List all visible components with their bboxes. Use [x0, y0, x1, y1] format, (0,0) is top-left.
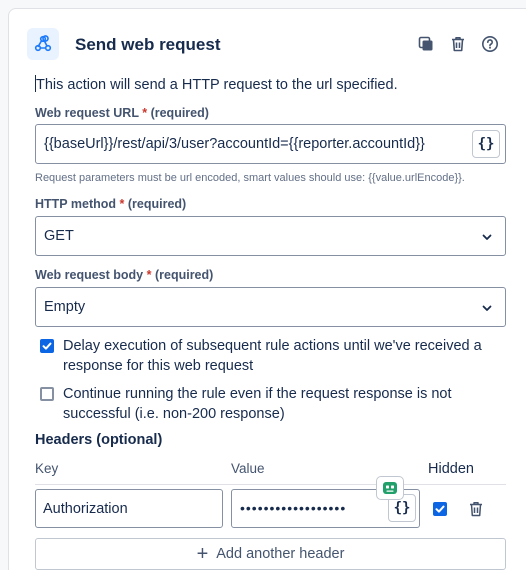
delay-execution-option[interactable]: Delay execution of subsequent rule actio…: [40, 336, 510, 376]
url-help-text: Request parameters must be url encoded, …: [35, 172, 465, 184]
action-description: This action will send a HTTP request to …: [35, 75, 398, 93]
plus-icon: +: [196, 543, 209, 565]
description-text: This action will send a HTTP request to …: [36, 77, 398, 93]
url-smart-value-button[interactable]: {}: [472, 130, 500, 158]
delete-icon: [452, 37, 464, 52]
headers-title: Headers (optional): [35, 432, 163, 448]
body-select[interactable]: Empty: [35, 287, 506, 327]
header-key-value: Authorization: [43, 501, 128, 517]
method-value: GET: [44, 228, 74, 244]
help-icon: [482, 36, 498, 52]
header-hidden-checkbox[interactable]: [433, 502, 447, 516]
url-value: {{baseUrl}}/rest/api/3/user?accountId={{…: [44, 136, 425, 152]
url-input[interactable]: {{baseUrl}}/rest/api/3/user?accountId={{…: [35, 124, 506, 164]
body-label-text: Web request body: [35, 268, 144, 282]
action-title: Send web request: [75, 35, 221, 54]
required-marker: *: [119, 197, 125, 211]
key-column-header: Key: [35, 461, 59, 476]
url-label-text: Web request URL: [35, 106, 139, 120]
add-header-label: Add another header: [216, 546, 345, 562]
required-text: (required): [127, 197, 187, 211]
header-value-masked: ••••••••••••••••••: [240, 500, 347, 516]
url-label: Web request URL * (required): [35, 106, 209, 120]
hidden-column-header: Hidden: [428, 461, 474, 477]
continue-running-label: Continue running the rule even if the re…: [63, 386, 452, 422]
delay-execution-checkbox[interactable]: [40, 339, 54, 353]
assistant-bot-icon[interactable]: [376, 476, 404, 500]
duplicate-icon: [418, 36, 433, 51]
required-marker: *: [146, 268, 152, 282]
required-marker: *: [142, 106, 148, 120]
method-label-text: HTTP method: [35, 197, 117, 211]
delete-button[interactable]: [448, 34, 468, 54]
delay-execution-label: Delay execution of subsequent rule actio…: [63, 338, 482, 374]
method-select[interactable]: GET: [35, 216, 506, 256]
chevron-down-icon: [482, 234, 492, 240]
continue-running-option[interactable]: Continue running the rule even if the re…: [40, 384, 510, 424]
help-button[interactable]: [480, 34, 500, 54]
value-column-header: Value: [231, 461, 265, 476]
webhook-icon: [27, 28, 59, 60]
chevron-down-icon: [482, 305, 492, 311]
add-header-button[interactable]: + Add another header: [35, 538, 506, 570]
check-icon: [435, 505, 445, 513]
action-header: Send web request: [26, 27, 506, 61]
delete-icon: [470, 502, 482, 517]
body-label: Web request body * (required): [35, 268, 213, 282]
required-text: (required): [150, 106, 209, 120]
duplicate-button[interactable]: [416, 34, 436, 54]
body-value: Empty: [44, 299, 86, 315]
method-label: HTTP method * (required): [35, 197, 186, 211]
continue-running-checkbox[interactable]: [40, 387, 54, 401]
required-text: (required): [154, 268, 214, 282]
check-icon: [42, 342, 52, 350]
delete-header-button[interactable]: [467, 500, 485, 518]
header-key-input[interactable]: Authorization: [35, 489, 223, 528]
header-divider: [35, 484, 506, 485]
